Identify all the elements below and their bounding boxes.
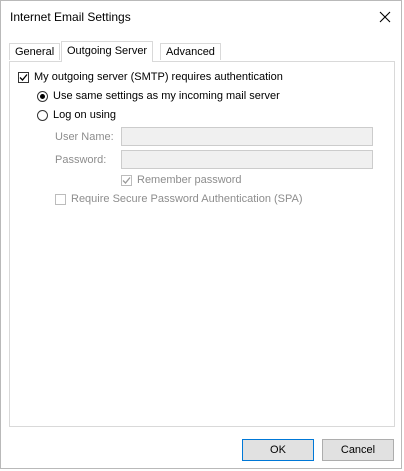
checkmark-icon	[122, 176, 131, 184]
spa-checkbox-row[interactable]: Require Secure Password Authentication (…	[55, 193, 303, 205]
same-settings-radio-row[interactable]: Use same settings as my incoming mail se…	[37, 90, 280, 102]
tab-advanced[interactable]: Advanced	[160, 43, 221, 60]
remember-password-label: Remember password	[137, 174, 242, 186]
spa-label: Require Secure Password Authentication (…	[71, 193, 303, 205]
log-on-radio[interactable]	[37, 109, 48, 121]
tab-outgoing-server[interactable]: Outgoing Server	[61, 41, 154, 62]
checkmark-icon	[19, 73, 28, 81]
spa-checkbox[interactable]	[55, 193, 66, 205]
tab-advanced-label: Advanced	[166, 46, 215, 58]
remember-password-row[interactable]: Remember password	[121, 174, 242, 186]
smtp-auth-checkbox-row[interactable]: My outgoing server (SMTP) requires authe…	[18, 71, 283, 83]
window-title: Internet Email Settings	[10, 10, 131, 24]
username-label: User Name:	[55, 131, 114, 143]
log-on-radio-row[interactable]: Log on using	[37, 109, 116, 121]
smtp-auth-label: My outgoing server (SMTP) requires authe…	[34, 71, 283, 83]
username-field[interactable]	[121, 127, 373, 146]
tab-general-label: General	[15, 46, 55, 58]
same-settings-radio[interactable]	[37, 90, 48, 102]
password-label: Password:	[55, 154, 107, 166]
tab-general[interactable]: General	[9, 43, 61, 60]
title-bar: Internet Email Settings	[1, 1, 401, 35]
close-button[interactable]	[370, 4, 400, 30]
remember-password-checkbox[interactable]	[121, 174, 132, 186]
log-on-label: Log on using	[53, 109, 116, 121]
outgoing-server-panel: My outgoing server (SMTP) requires authe…	[9, 61, 395, 427]
cancel-button[interactable]: Cancel	[322, 439, 394, 461]
password-field[interactable]	[121, 150, 373, 169]
email-settings-dialog: Internet Email Settings General Outgoing…	[0, 0, 402, 469]
tab-strip: General Outgoing Server Advanced	[9, 41, 395, 62]
same-settings-label: Use same settings as my incoming mail se…	[53, 90, 280, 102]
tab-outgoing-server-label: Outgoing Server	[67, 45, 148, 57]
smtp-auth-checkbox[interactable]	[18, 71, 29, 83]
close-icon	[379, 11, 391, 23]
ok-button[interactable]: OK	[242, 439, 314, 461]
